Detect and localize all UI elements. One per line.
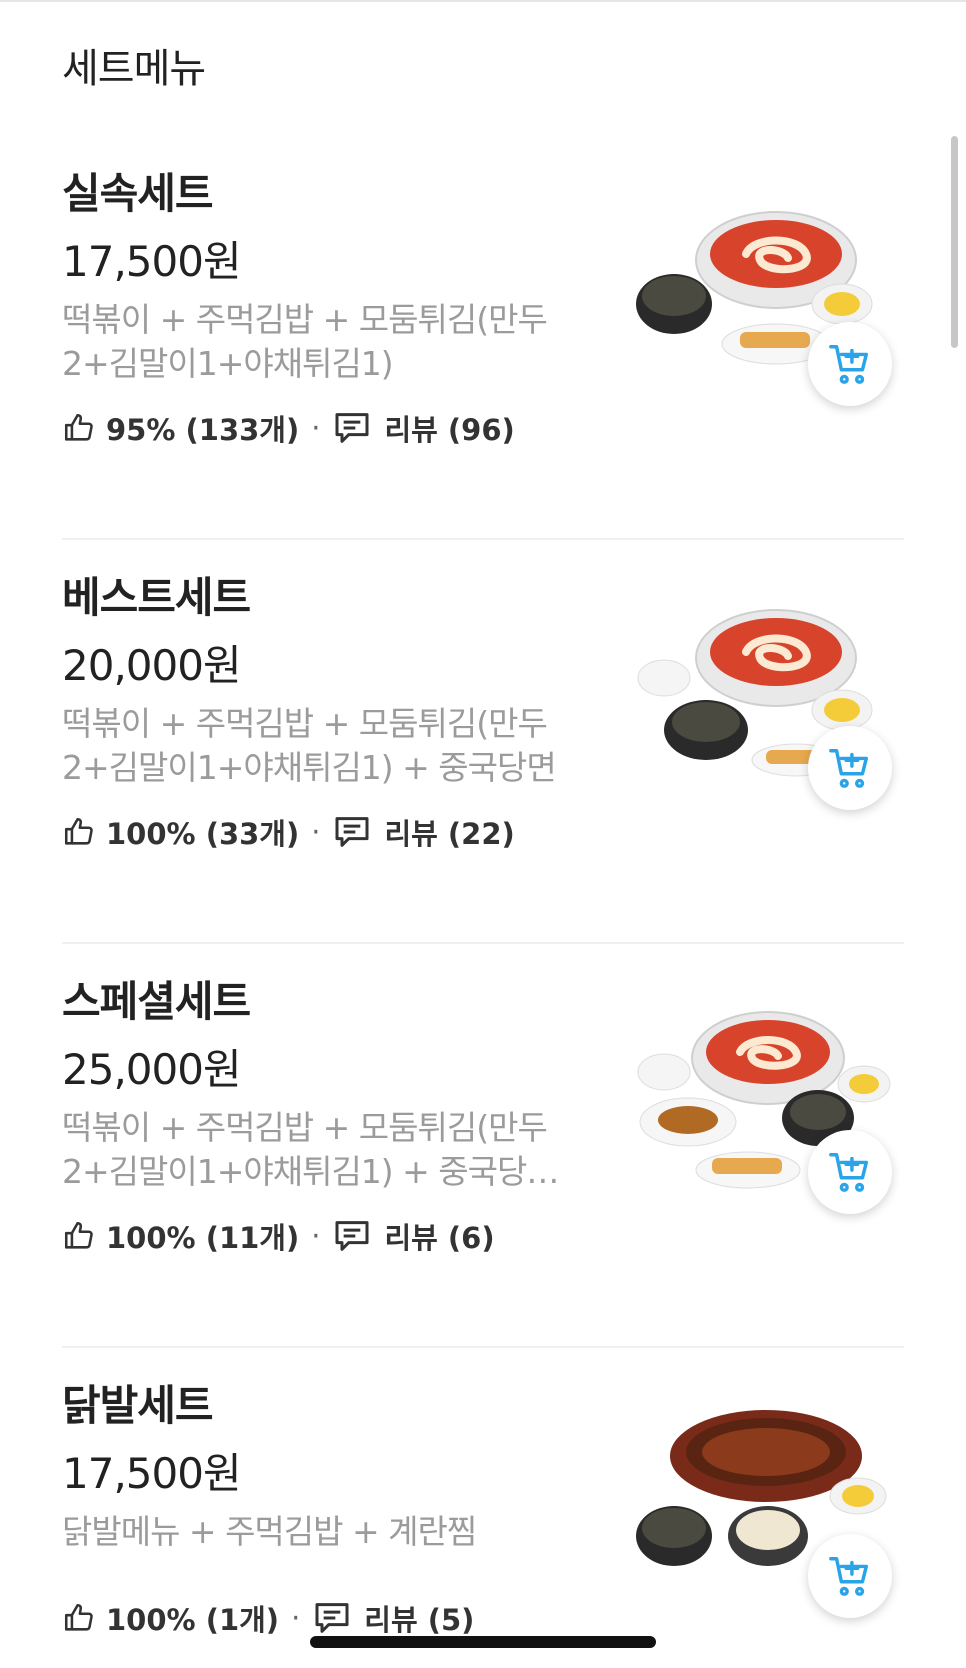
item-name: 스페셜세트 [62,977,251,1026]
item-description: 떡볶이 + 주먹김밥 + 모둠튀김(만두2+김말이1+야채튀김1) [62,300,548,383]
thumbs-up-icon [64,413,93,441]
item-meta: 100% (11개) · 리뷰 (6) [62,1214,495,1258]
speech-bubble-icon [335,817,369,847]
thumbs-up-icon [64,817,93,845]
like-rate: 100% (1개) [106,1603,280,1637]
item-meta: 100% (33개) · 리뷰 (22) [62,810,515,854]
speech-bubble-icon [335,1221,369,1251]
add-to-cart-button[interactable] [808,1534,892,1618]
add-to-cart-button[interactable] [808,1130,892,1214]
item-price: 17,500원 [62,1449,242,1498]
review-count[interactable]: 리뷰 (96) [384,407,514,449]
like-rate: 100% (11개) [106,1221,300,1255]
item-name: 베스트세트 [62,573,251,622]
add-to-cart-button[interactable] [808,322,892,406]
item-meta: 95% (133개) · 리뷰 (96) [62,406,515,450]
thumbs-up-icon [64,1221,93,1249]
speech-bubble-icon [335,413,369,443]
review-count[interactable]: 리뷰 (5) [364,1597,474,1639]
item-meta: 100% (1개) · 리뷰 (5) [62,1596,474,1640]
item-description: 떡볶이 + 주먹김밥 + 모둠튀김(만두2+김말이1+야채튀김1) + 중국당면 [62,704,557,787]
item-price: 20,000원 [62,641,242,690]
top-border [0,0,966,2]
speech-bubble-icon [315,1603,349,1633]
thumbs-up-icon [64,1603,93,1631]
cart-add-icon [829,1557,869,1596]
menu-item[interactable]: 베스트세트 20,000원 떡볶이 + 주먹김밥 + 모둠튀김(만두2+김말이1… [0,540,966,944]
home-indicator[interactable] [310,1636,656,1648]
like-rate: 100% (33개) [106,817,300,851]
item-description: 떡볶이 + 주먹김밥 + 모둠튀김(만두2+김말이1+야채튀김1) + 중국당… [62,1108,559,1191]
item-price: 17,500원 [62,237,242,286]
item-name: 닭발세트 [62,1381,214,1430]
like-rate: 95% (133개) [106,413,300,447]
item-price: 25,000원 [62,1045,242,1094]
cart-add-icon [829,749,869,788]
review-count[interactable]: 리뷰 (22) [384,811,514,853]
item-name: 실속세트 [62,169,214,218]
add-to-cart-button[interactable] [808,726,892,810]
section-title: 세트메뉴 [62,46,206,92]
item-description: 닭발메뉴 + 주먹김밥 + 계란찜 [62,1512,477,1551]
cart-add-icon [829,345,869,384]
menu-item[interactable]: 실속세트 17,500원 떡볶이 + 주먹김밥 + 모둠튀김(만두2+김말이1+… [0,136,966,540]
menu-item[interactable]: 스페셜세트 25,000원 떡볶이 + 주먹김밥 + 모둠튀김(만두2+김말이1… [0,944,966,1348]
review-count[interactable]: 리뷰 (6) [384,1215,494,1257]
menu-item[interactable]: 닭발세트 17,500원 닭발메뉴 + 주먹김밥 + 계란찜 100% (1개)… [0,1348,966,1668]
cart-add-icon [829,1153,869,1192]
